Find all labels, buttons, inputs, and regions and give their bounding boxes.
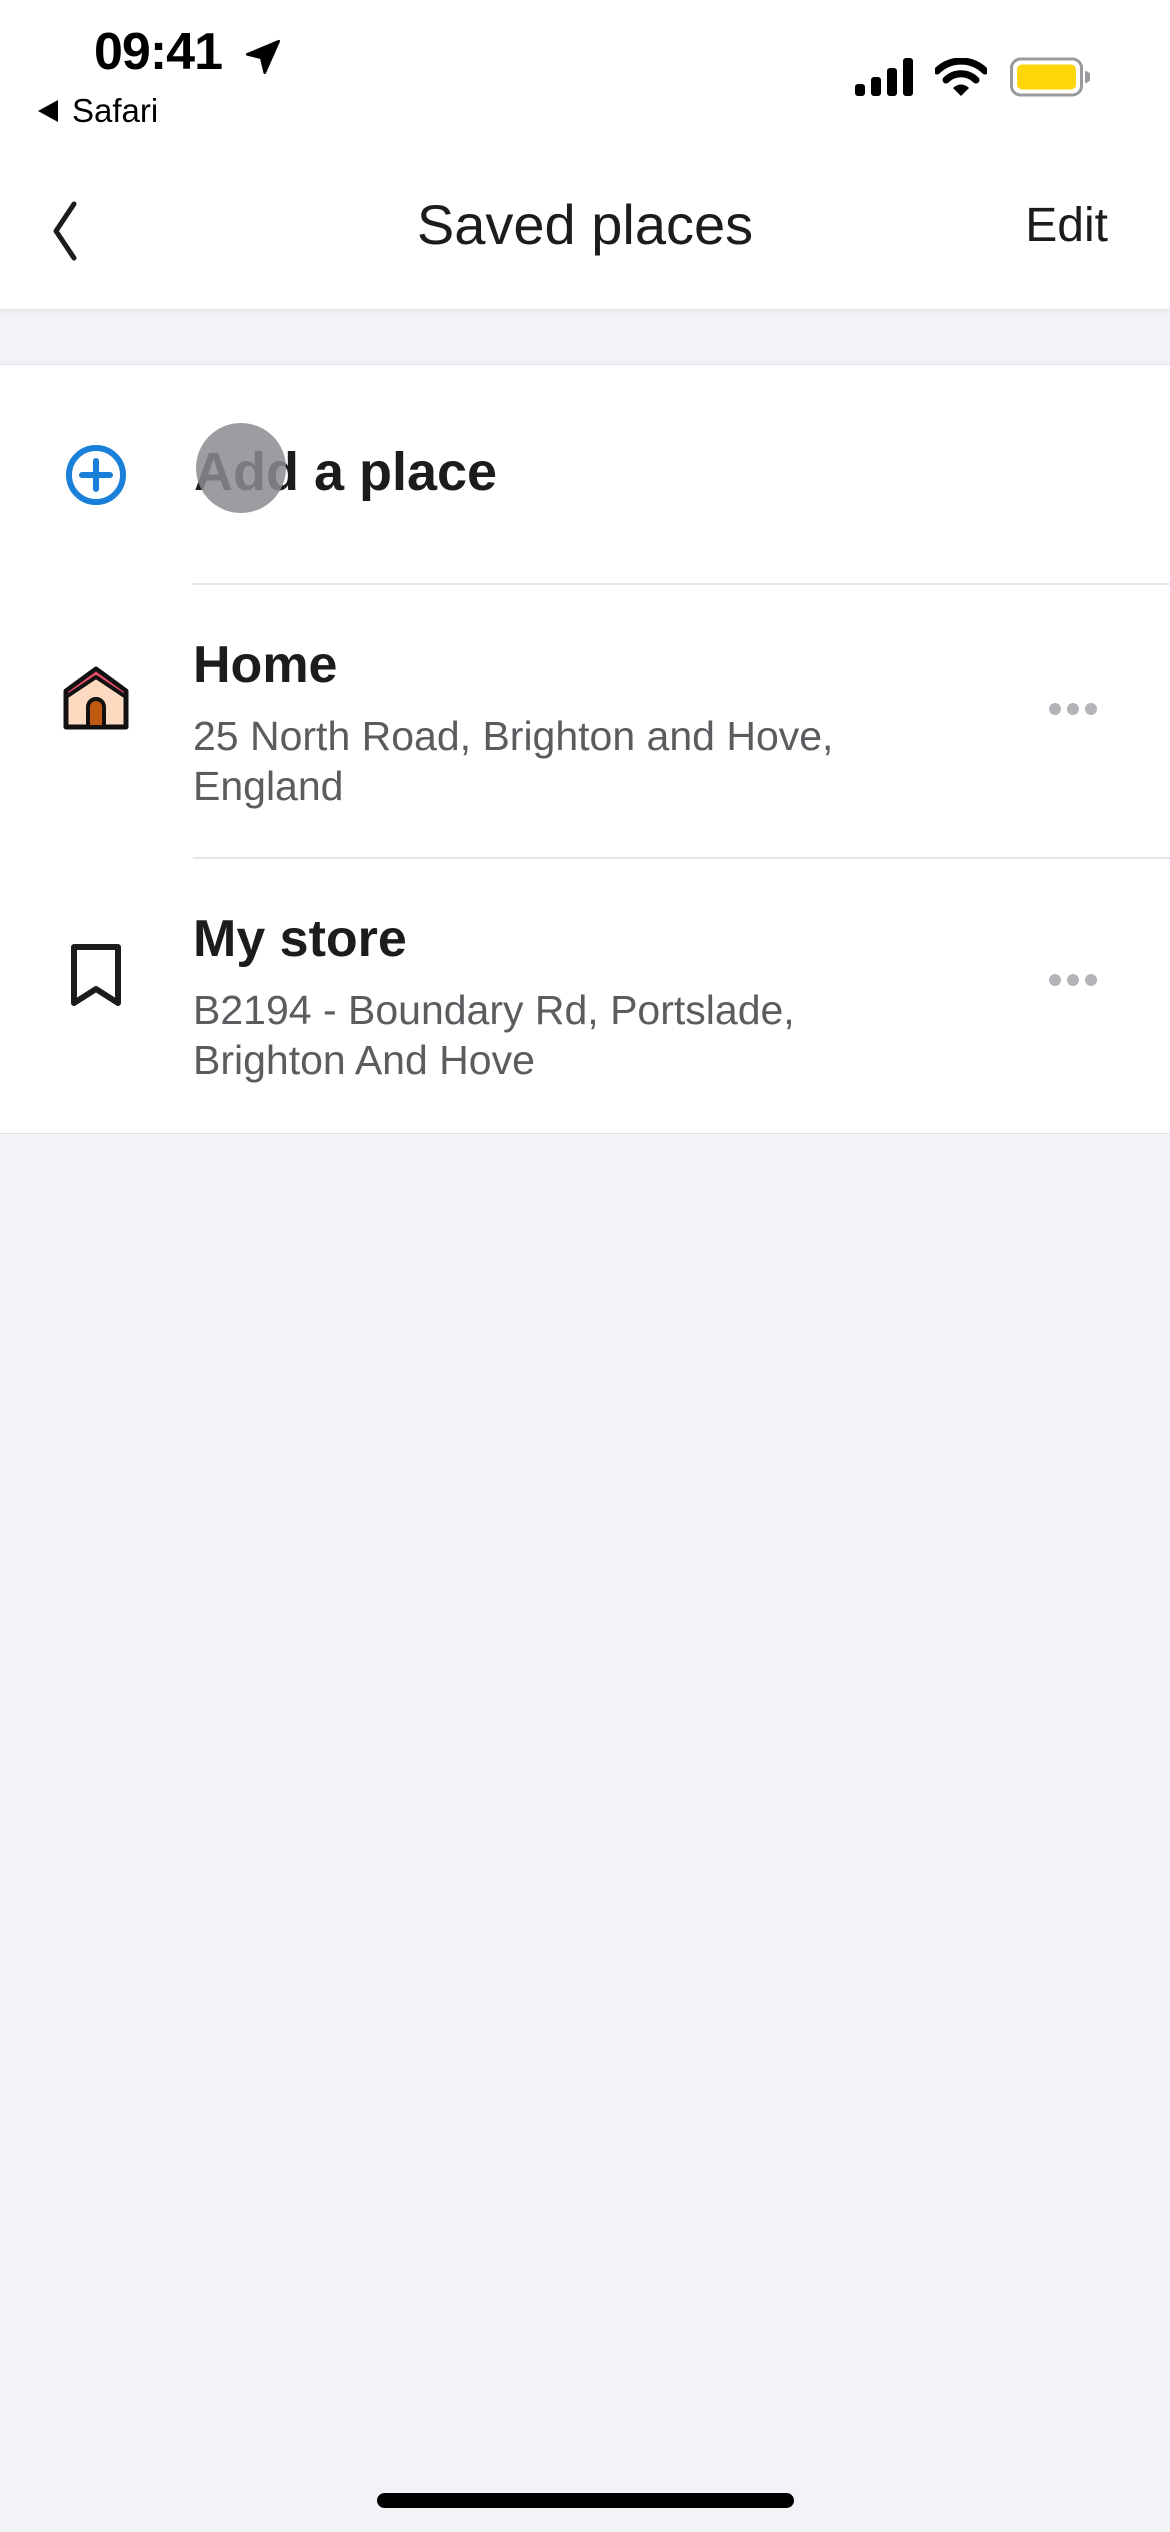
cellular-signal-icon [855,58,913,96]
back-to-safari[interactable]: Safari [38,92,158,130]
add-place-row[interactable]: Add a place [0,365,1170,585]
home-indicator [377,2493,794,2508]
place-row-home[interactable]: Home 25 North Road, Brighton and Hove, E… [0,585,1170,859]
place-title: Home [193,636,338,694]
more-horizontal-icon[interactable] [1046,700,1100,718]
plus-circle-icon [66,445,126,505]
page-title: Saved places [416,193,754,256]
back-triangle-icon [38,100,58,122]
house-icon [63,666,129,730]
place-address: 25 North Road, Brighton and Hove, Englan… [193,713,834,809]
place-address: B2194 - Boundary Rd, Portslade, Brighton… [193,987,795,1083]
status-time: 09:41 [94,23,223,81]
navigation-bar: Saved places Edit [0,160,1170,310]
back-to-safari-label: Safari [72,92,159,129]
more-horizontal-icon[interactable] [1046,971,1100,989]
bookmark-icon [71,944,121,1006]
battery-icon [1010,57,1090,97]
location-arrow-icon [245,39,281,75]
status-bar: 09:41 Safari [0,0,1170,160]
edit-button[interactable]: Edit [1025,198,1108,253]
place-title: My store [193,910,407,968]
saved-places-list: Add a place Home 25 North Road, Brighton… [0,364,1170,1134]
touch-indicator [196,423,286,513]
place-row-my-store[interactable]: My store B2194 - Boundary Rd, Portslade,… [0,859,1170,1133]
wifi-icon [935,58,987,96]
